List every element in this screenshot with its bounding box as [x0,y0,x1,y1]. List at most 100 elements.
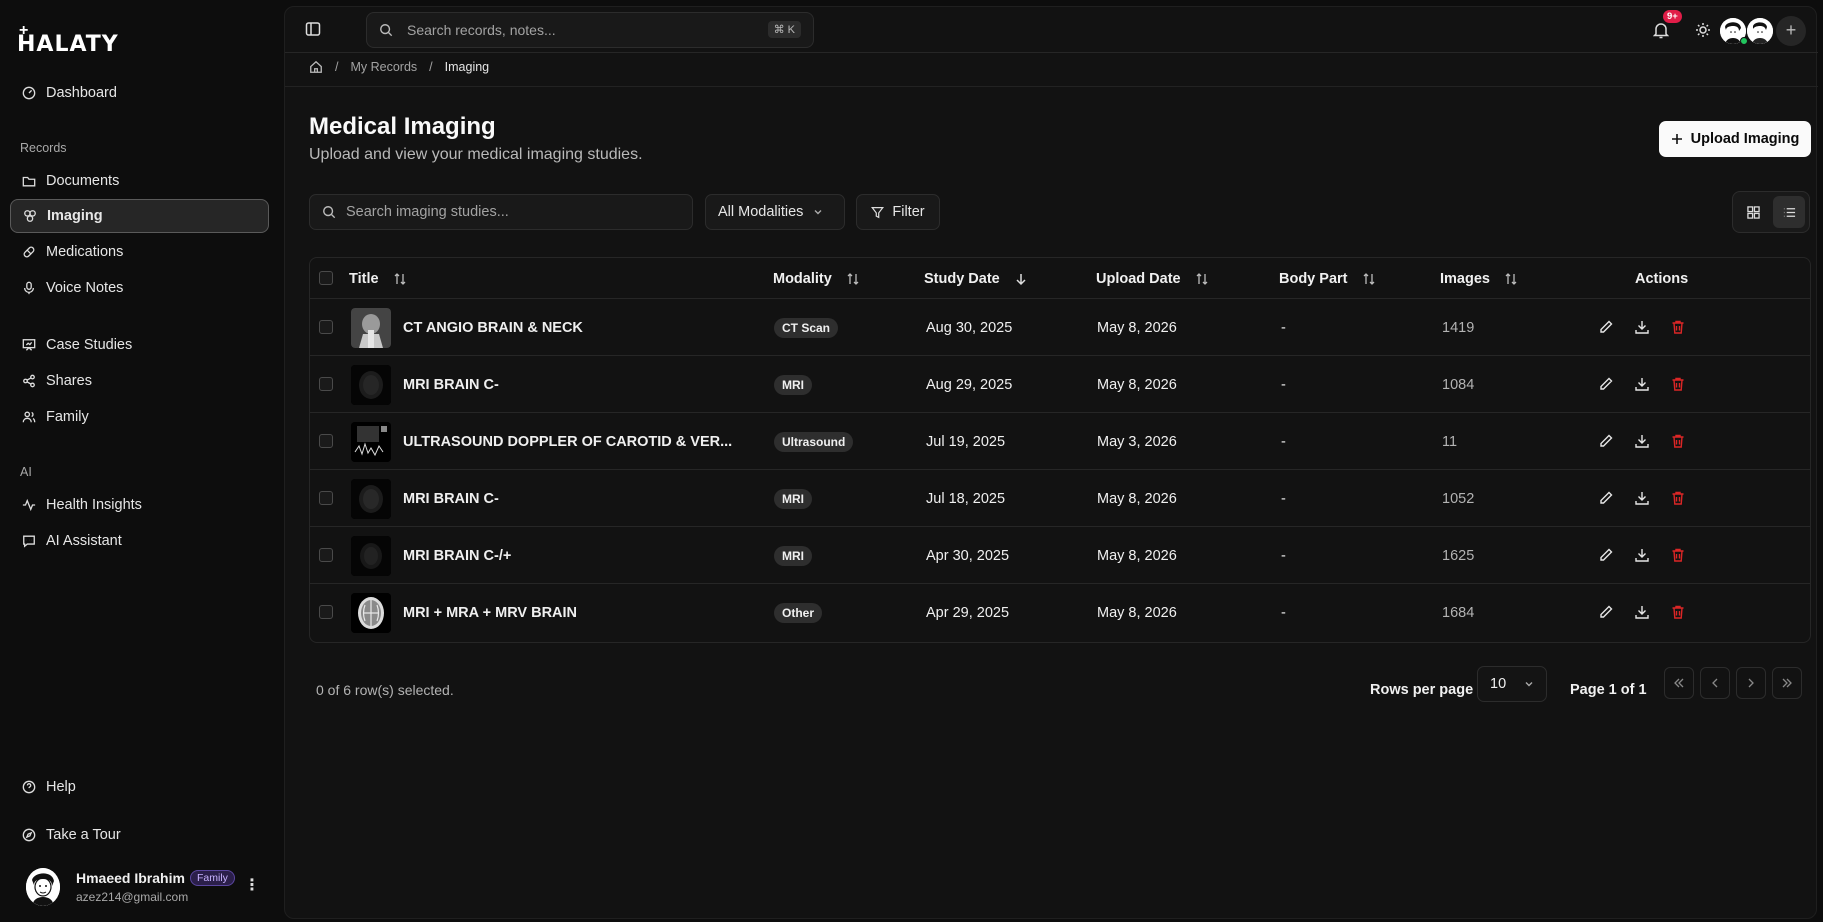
sidebar-item-documents[interactable]: Documents [10,164,269,198]
bell-icon[interactable] [1653,21,1669,39]
row-checkbox[interactable] [319,491,333,505]
row-title[interactable]: MRI BRAIN C- [403,470,499,527]
sidebar-item-family[interactable]: Family [10,400,269,434]
column-header-body-part[interactable]: Body Part [1279,258,1376,299]
breadcrumb-current: Imaging [444,60,490,74]
column-label: Upload Date [1096,270,1181,287]
trash-icon[interactable] [1670,547,1686,563]
sidebar-item-medications[interactable]: Medications [10,235,269,269]
user-profile[interactable]: Hmaeed Ibrahim Family azez214@gmail.com … [20,864,264,914]
table-row[interactable]: MRI + MRA + MRV BRAIN Other Apr 29, 2025… [310,584,1810,641]
table-row[interactable]: MRI BRAIN C-/+ MRI Apr 30, 2025 May 8, 2… [310,527,1810,584]
row-body-part: - [1281,604,1286,621]
add-family-member-button[interactable]: + [1776,16,1806,46]
select-all-checkbox[interactable] [319,271,333,285]
sort-icon [847,272,859,285]
sidebar-item-imaging[interactable]: Imaging [10,199,269,233]
row-checkbox[interactable] [319,434,333,448]
row-title[interactable]: MRI BRAIN C- [403,356,499,413]
download-icon[interactable] [1634,319,1650,335]
chevron-down-icon [814,210,822,215]
edit-icon[interactable] [1598,319,1614,335]
halaty-logo[interactable]: + HALATY [17,23,118,58]
column-header-upload-date[interactable]: Upload Date [1096,258,1209,299]
download-icon[interactable] [1634,376,1650,392]
row-title[interactable]: CT ANGIO BRAIN & NECK [403,299,583,356]
download-icon[interactable] [1634,604,1650,620]
breadcrumb-my-records[interactable]: My Records [350,60,417,74]
row-title[interactable]: ULTRASOUND DOPPLER OF CAROTID & VER... [403,413,732,470]
sidebar-item-help[interactable]: Help [10,770,269,804]
row-title[interactable]: MRI + MRA + MRV BRAIN [403,584,577,641]
first-page-button[interactable] [1664,667,1694,699]
edit-icon[interactable] [1598,376,1614,392]
sidebar-item-case-studies[interactable]: Case Studies [10,328,269,362]
list-view-button[interactable] [1773,196,1805,228]
grid-view-button[interactable] [1737,196,1769,228]
family-avatar[interactable] [1747,18,1773,44]
study-thumbnail [351,593,391,633]
imaging-search-input[interactable]: Search imaging studies... [309,194,693,230]
last-page-button[interactable] [1772,667,1802,699]
previous-page-button[interactable] [1700,667,1730,699]
trash-icon[interactable] [1670,433,1686,449]
sidebar-item-dashboard[interactable]: Dashboard [10,76,269,110]
row-title[interactable]: MRI BRAIN C-/+ [403,527,511,584]
next-page-button[interactable] [1736,667,1766,699]
rows-per-page-select[interactable]: 10 [1477,666,1547,702]
row-upload-date: May 8, 2026 [1097,604,1177,621]
edit-icon[interactable] [1598,490,1614,506]
edit-icon[interactable] [1598,433,1614,449]
row-body-part: - [1281,490,1286,507]
upload-imaging-button[interactable]: Upload Imaging [1659,121,1811,157]
column-label: Images [1440,270,1490,287]
sidebar-item-health-insights[interactable]: Health Insights [10,488,269,522]
row-checkbox[interactable] [319,320,333,334]
table-row[interactable]: MRI BRAIN C- MRI Aug 29, 2025 May 8, 202… [310,356,1810,413]
edit-icon[interactable] [1598,547,1614,563]
sidebar-item-take-a-tour[interactable]: Take a Tour [10,818,269,852]
row-upload-date: May 8, 2026 [1097,490,1177,507]
column-header-title[interactable]: Title [349,258,407,299]
global-search-input[interactable]: Search records, notes... ⌘ K [366,12,814,48]
page-title: Medical Imaging [309,113,496,140]
section-ai: AI [20,465,32,479]
download-icon[interactable] [1634,490,1650,506]
study-thumbnail [351,479,391,519]
rows-per-page-label: Rows per page [1370,682,1474,698]
download-icon[interactable] [1634,433,1650,449]
sidebar-toggle-icon[interactable] [305,21,321,37]
chevron-down-icon [1525,682,1533,687]
table-row[interactable]: ULTRASOUND DOPPLER OF CAROTID & VER... U… [310,413,1810,470]
home-icon[interactable] [309,60,323,74]
dashboard-icon [22,86,36,100]
column-header-images[interactable]: Images [1440,258,1518,299]
table-row[interactable]: CT ANGIO BRAIN & NECK CT Scan Aug 30, 20… [310,299,1810,356]
sidebar-item-voice-notes[interactable]: Voice Notes [10,271,269,305]
download-icon[interactable] [1634,547,1650,563]
theme-toggle-icon[interactable] [1695,22,1711,38]
table-row[interactable]: MRI BRAIN C- MRI Jul 18, 2025 May 8, 202… [310,470,1810,527]
row-checkbox[interactable] [319,548,333,562]
row-checkbox[interactable] [319,605,333,619]
filter-button[interactable]: Filter [856,194,940,230]
column-header-study-date[interactable]: Study Date [924,258,1028,299]
row-study-date: Jul 19, 2025 [926,433,1006,450]
trash-icon[interactable] [1670,376,1686,392]
sidebar-item-ai-assistant[interactable]: AI Assistant [10,524,269,558]
online-status-dot [1740,37,1748,45]
main-panel: Search records, notes... ⌘ K 9+ + / My R… [284,6,1818,919]
trash-icon[interactable] [1670,319,1686,335]
sidebar-item-shares[interactable]: Shares [10,364,269,398]
column-header-modality[interactable]: Modality [773,258,860,299]
modality-chip: MRI [774,374,812,395]
trash-icon[interactable] [1670,604,1686,620]
modality-select[interactable]: All Modalities [705,194,845,230]
edit-icon[interactable] [1598,604,1614,620]
chat-icon [23,535,35,548]
more-vertical-icon[interactable]: ⋮ [244,876,260,896]
column-label: Modality [773,270,832,287]
row-checkbox[interactable] [319,377,333,391]
trash-icon[interactable] [1670,490,1686,506]
breadcrumb: / My Records / Imaging [309,53,489,81]
